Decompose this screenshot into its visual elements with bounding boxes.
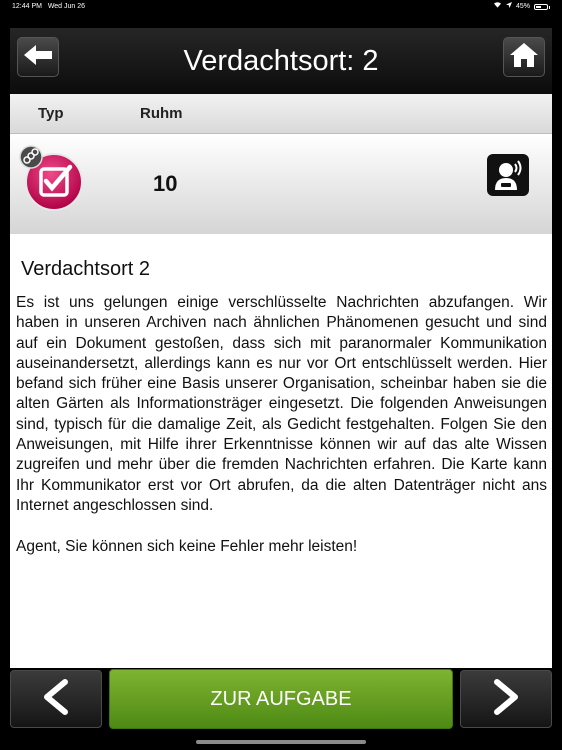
status-bar: 12:44 PM Wed Jun 26 45% <box>0 0 562 14</box>
home-icon <box>509 42 539 73</box>
column-header-ruhm: Ruhm <box>140 105 183 122</box>
wifi-icon <box>493 0 502 14</box>
place-description: Es ist uns gelungen einige verschlüsselt… <box>16 294 547 514</box>
content-panel: Typ Ruhm 10 Verdachtsort 2 Es ist uns ge… <box>10 94 552 668</box>
home-button[interactable] <box>503 37 545 77</box>
page-title: Verdachtsort: 2 <box>183 45 379 77</box>
task-button[interactable]: ZUR AUFGABE <box>109 669 453 729</box>
arrow-left-icon <box>23 44 53 71</box>
home-indicator[interactable] <box>196 740 366 744</box>
chevron-left-icon <box>41 678 71 720</box>
status-date: Wed Jun 26 <box>47 3 86 10</box>
back-button[interactable] <box>17 37 59 77</box>
agent-communicator-icon[interactable] <box>487 154 529 196</box>
ruhm-value: 10 <box>153 171 178 196</box>
table-header: Typ Ruhm <box>10 94 552 134</box>
location-icon <box>505 0 512 14</box>
place-title: Verdachtsort 2 <box>21 258 150 280</box>
battery-percent: 45% <box>515 3 530 10</box>
bottom-toolbar: ZUR AUFGABE <box>0 668 562 750</box>
checkbox-icon <box>18 143 84 213</box>
navigation-bar: Verdachtsort: 2 <box>10 28 552 94</box>
battery-icon <box>534 4 548 10</box>
place-warning: Agent, Sie können sich keine Fehler mehr… <box>16 538 358 555</box>
chevron-right-icon <box>491 678 521 720</box>
next-button[interactable] <box>460 670 552 728</box>
previous-button[interactable] <box>10 670 102 728</box>
column-header-typ: Typ <box>38 105 64 122</box>
table-row[interactable]: 10 <box>10 134 552 234</box>
status-time: 12:44 PM <box>12 3 42 10</box>
